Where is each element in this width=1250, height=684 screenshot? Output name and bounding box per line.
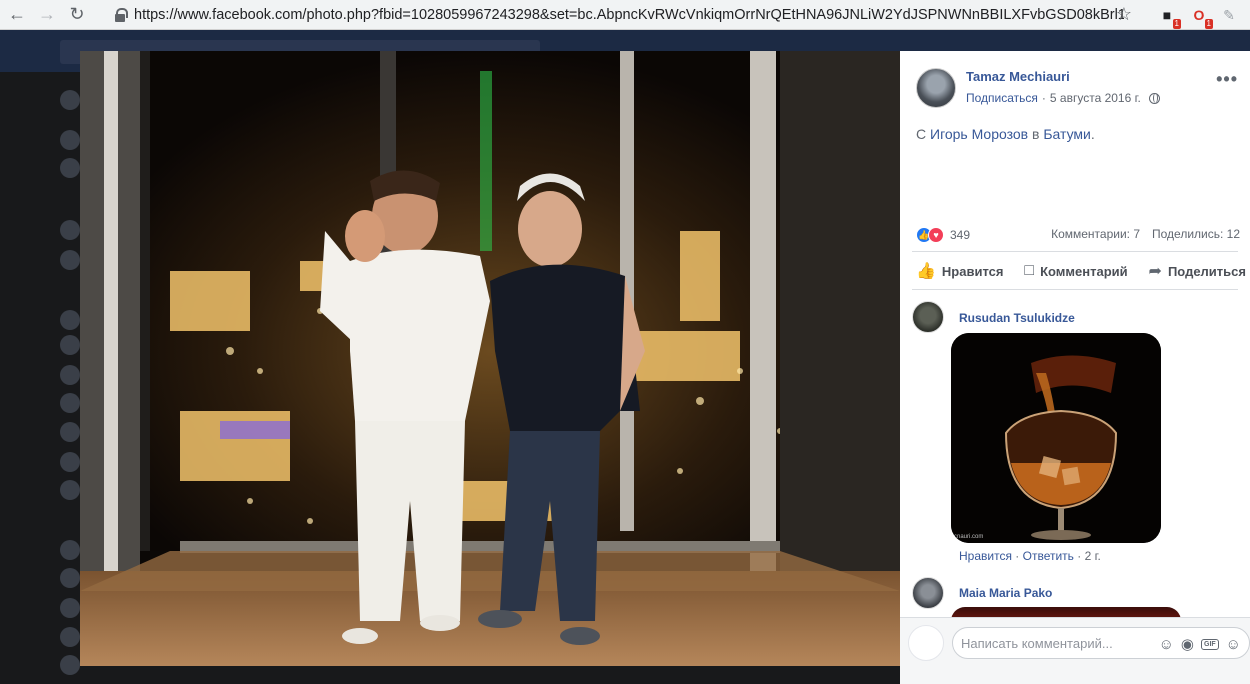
comment-input[interactable]: Написать комментарий... ☺ ◉ GIF ☺: [952, 627, 1250, 659]
shares-count-link[interactable]: Поделились: 12: [1152, 227, 1240, 241]
sidebar-item-icon: [60, 220, 80, 240]
sidebar-item-icon: [60, 452, 80, 472]
emoji-icon[interactable]: ☺: [1159, 636, 1174, 653]
url-text[interactable]: https://www.facebook.com/photo.php?fbid=…: [134, 7, 1124, 23]
reload-icon[interactable]: ↻: [64, 2, 90, 28]
comment-image[interactable]: cnauri.com: [951, 333, 1161, 543]
comment-button[interactable]: □ Комментарий: [1024, 261, 1127, 281]
sidebar-item-icon: [60, 480, 80, 500]
post-text: С Игорь Морозов в Батуми.: [916, 126, 1095, 142]
engagement-counts: Комментарии: 7 Поделились: 12: [1051, 227, 1240, 241]
meta-separator: ·: [1041, 91, 1046, 105]
comment-time[interactable]: 2 г.: [1085, 549, 1101, 563]
sidebar-news-icon: [60, 130, 80, 150]
comment-composer: Написать комментарий... ☺ ◉ GIF ☺: [900, 617, 1250, 684]
composer-tools: ☺ ◉ GIF ☺: [1159, 628, 1241, 660]
comment-reply-link[interactable]: Ответить: [1023, 549, 1074, 563]
sidebar-item-icon: [60, 627, 80, 647]
opera-icon[interactable]: O1: [1188, 4, 1213, 29]
gif-icon[interactable]: GIF: [1201, 638, 1219, 650]
share-button[interactable]: ➦ Поделиться: [1149, 261, 1246, 281]
follow-link[interactable]: Подписаться: [966, 91, 1038, 105]
current-user-avatar: [908, 625, 944, 661]
comments-count-link[interactable]: Комментарии: 7: [1051, 227, 1140, 241]
commenter-name[interactable]: Maia Maria Pako: [959, 586, 1052, 600]
comment-input-placeholder: Написать комментарий...: [961, 635, 1113, 651]
reactions-summary[interactable]: 👍 ♥ 349: [916, 227, 970, 243]
forward-arrow-icon[interactable]: →: [34, 2, 60, 28]
post-details-panel: Tamaz Mechiauri Подписаться · 5 августа …: [900, 51, 1250, 684]
reaction-count: 349: [950, 228, 971, 242]
sidebar-item-icon: [60, 393, 80, 413]
comment-like-link[interactable]: Нравится: [959, 549, 1012, 563]
like-button[interactable]: 👍 Нравится: [916, 261, 1003, 281]
sidebar-item-icon: [60, 335, 80, 355]
divider: [912, 251, 1238, 252]
commenter-avatar[interactable]: [912, 301, 944, 333]
photo-illustration: [80, 51, 900, 666]
sidebar-avatar-icon: [60, 90, 80, 110]
bookmark-star-icon[interactable]: ☆: [1116, 4, 1132, 25]
location-link[interactable]: Батуми: [1043, 126, 1091, 142]
more-options-icon[interactable]: •••: [1216, 69, 1238, 90]
speech-bubble-icon: □: [1024, 262, 1035, 279]
sidebar-item-icon: [60, 310, 80, 330]
sidebar-item-icon: [60, 655, 80, 675]
sidebar-item-icon: [60, 568, 80, 588]
extension-icon[interactable]: ■ 1: [1156, 4, 1181, 29]
commenter-name[interactable]: Rusudan Tsulukidze: [959, 311, 1075, 325]
post-photo[interactable]: [80, 51, 900, 666]
post-meta: Подписаться · 5 августа 2016 г.: [966, 91, 1160, 105]
sidebar-item-icon: [60, 365, 80, 385]
sticker-icon[interactable]: ☺: [1226, 636, 1241, 653]
translate-icon[interactable]: ✎: [1218, 4, 1240, 26]
author-name[interactable]: Tamaz Mechiauri: [966, 69, 1070, 84]
back-arrow-icon[interactable]: ←: [4, 2, 30, 28]
globe-icon: [1148, 92, 1160, 104]
thumbs-up-icon: 👍: [916, 263, 936, 280]
sidebar-item-icon: [60, 422, 80, 442]
image-watermark: cnauri.com: [954, 534, 984, 540]
sidebar-messenger-icon: [60, 158, 80, 178]
share-arrow-icon: ➦: [1148, 263, 1162, 280]
cognac-glass-illustration: [951, 333, 1161, 543]
sidebar-item-icon: [60, 540, 80, 560]
commenter-avatar[interactable]: [912, 577, 944, 609]
address-bar[interactable]: https://www.facebook.com/photo.php?fbid=…: [104, 2, 1140, 28]
comment-actions: Нравится · Ответить · 2 г.: [959, 549, 1101, 563]
love-reaction-icon: ♥: [928, 227, 944, 243]
sidebar-item-icon: [60, 598, 80, 618]
divider: [912, 289, 1238, 290]
tagged-person-link[interactable]: Игорь Морозов: [930, 126, 1028, 142]
camera-icon[interactable]: ◉: [1181, 635, 1194, 653]
post-actions: 👍 Нравится □ Комментарий ➦ Поделиться: [916, 261, 1246, 281]
lock-icon: [114, 8, 128, 22]
author-avatar[interactable]: [916, 68, 956, 108]
browser-toolbar: ← → ↻ https://www.facebook.com/photo.php…: [0, 0, 1250, 30]
sidebar-item-icon: [60, 250, 80, 270]
post-date[interactable]: 5 августа 2016 г.: [1050, 91, 1141, 105]
